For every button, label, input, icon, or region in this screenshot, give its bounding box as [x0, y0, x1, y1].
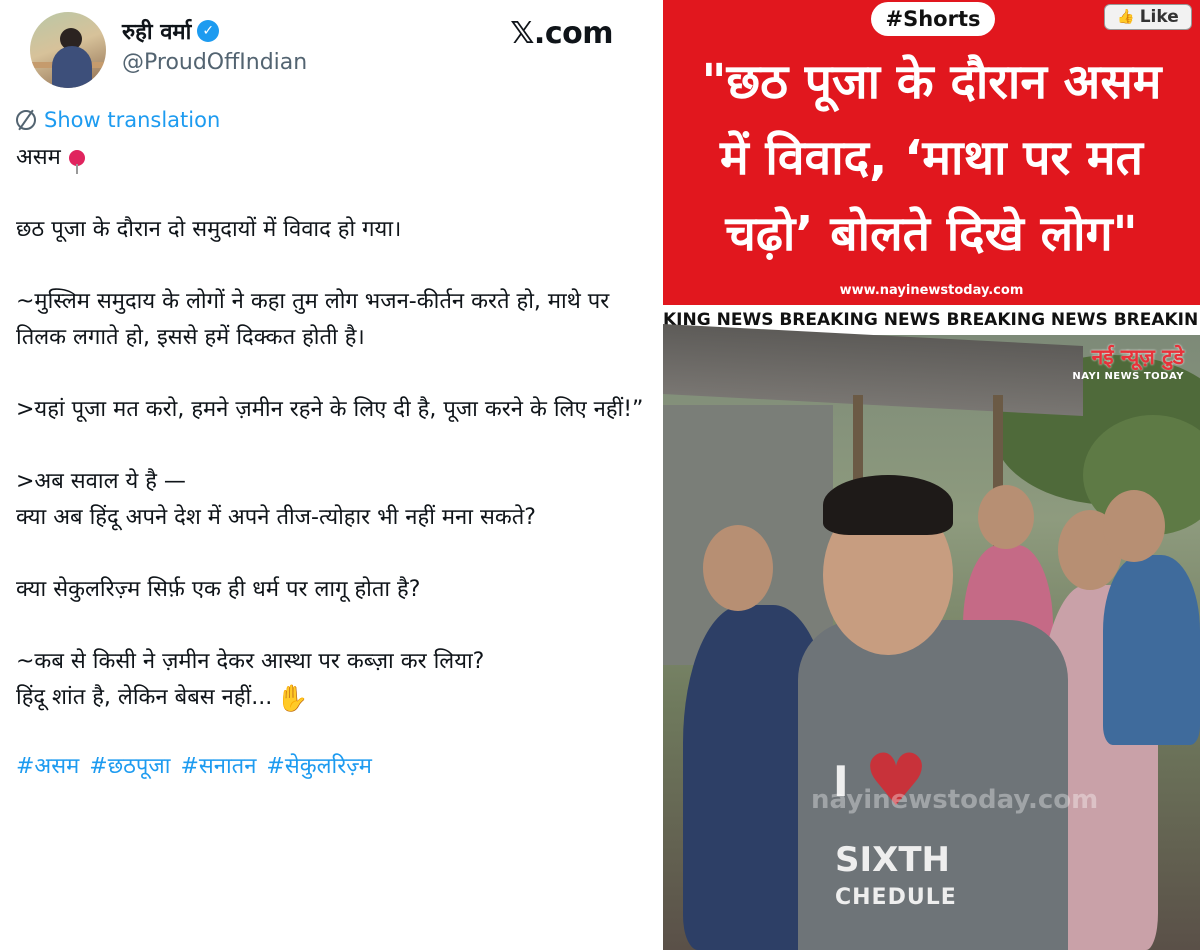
- tweet-paragraph: ~मुस्लिम समुदाय के लोगों ने कहा तुम लोग …: [16, 289, 610, 350]
- hashtag-link[interactable]: #सनातन: [180, 749, 256, 785]
- shorts-badge: #Shorts: [871, 2, 995, 36]
- translate-icon: [16, 110, 36, 130]
- main-person-hair: [823, 475, 953, 535]
- raised-hand-icon: ✋: [276, 684, 309, 714]
- site-url: www.nayinewstoday.com: [839, 283, 1024, 298]
- shirt-text: CHEDULE: [835, 885, 957, 910]
- channel-logo-english: NAYI NEWS TODAY: [1072, 371, 1184, 382]
- person-head: [978, 485, 1034, 549]
- video-thumbnail[interactable]: #Shorts 👍 Like "छठ पूजा के दौरान असम में…: [663, 0, 1200, 950]
- like-label: Like: [1139, 7, 1179, 27]
- shirt-text: SIXTH: [835, 840, 950, 880]
- video-frame: I ♥ SIXTH CHEDULE: [663, 323, 1200, 950]
- hashtag-row: #असम #छठपूजा #सनातन #सेकुलरिज़्म: [16, 749, 647, 785]
- tweet-text: असम छठ पूजा के दौरान दो समुदायों में विव…: [16, 140, 647, 785]
- headline-line: में विवाद, ‘माथा पर मत: [720, 130, 1143, 186]
- show-translation-link[interactable]: Show translation: [16, 108, 647, 132]
- show-translation-label: Show translation: [44, 108, 221, 132]
- tweet-paragraph: छठ पूजा के दौरान दो समुदायों में विवाद ह…: [16, 217, 402, 242]
- hashtag-link[interactable]: #सेकुलरिज़्म: [266, 749, 372, 785]
- headline-line: चढ़ो’ बोलते दिखे लोग": [725, 206, 1138, 262]
- thumbs-up-icon: 👍: [1117, 9, 1135, 25]
- tweet-paragraph: >यहां पूजा मत करो, हमने ज़मीन रहने के लि…: [16, 397, 644, 422]
- hashtag-link[interactable]: #छठपूजा: [89, 749, 170, 785]
- user-handle[interactable]: @ProudOffIndian: [122, 50, 307, 75]
- watermark: nayinewstoday.com: [811, 785, 1099, 815]
- person-head: [703, 525, 773, 611]
- pin-icon: [68, 150, 85, 174]
- tweet-paragraph: >अब सवाल ये है —: [16, 469, 186, 494]
- location-text: असम: [16, 145, 61, 170]
- closing-text: हिंदू शांत है, लेकिन बेबस नहीं...: [16, 685, 273, 710]
- like-button[interactable]: 👍 Like: [1104, 4, 1192, 30]
- tweet-header: रुही वर्मा ✓ @ProudOffIndian 𝕏.com: [16, 0, 647, 98]
- hut-roof: [663, 323, 1083, 417]
- tweet-paragraph: क्या अब हिंदू अपने देश में अपने तीज-त्यो…: [16, 505, 536, 530]
- headline-line: "छठ पूजा के दौरान असम: [701, 54, 1162, 110]
- person-head: [1103, 490, 1165, 562]
- tweet-paragraph: ~कब से किसी ने ज़मीन देकर आस्था पर कब्ज़…: [16, 649, 485, 674]
- tweet-paragraph: क्या सेकुलरिज़्म सिर्फ़ एक ही धर्म पर ला…: [16, 577, 421, 602]
- hashtag-link[interactable]: #असम: [16, 749, 79, 785]
- headline-banner: #Shorts 👍 Like "छठ पूजा के दौरान असम में…: [663, 0, 1200, 305]
- channel-logo-hindi: नई न्यूज़ टुडे: [1091, 345, 1184, 369]
- channel-logo: नई न्यूज़ टुडे NAYI NEWS TODAY: [1072, 343, 1184, 382]
- verified-badge-icon: ✓: [197, 20, 220, 42]
- name-row: रुही वर्मा ✓: [122, 16, 220, 46]
- display-name[interactable]: रुही वर्मा: [122, 16, 191, 46]
- avatar[interactable]: [30, 12, 106, 88]
- tweet-paragraph: असम: [16, 140, 647, 176]
- headline: "छठ पूजा के दौरान असम में विवाद, ‘माथा प…: [669, 44, 1194, 272]
- platform-logo: 𝕏.com: [510, 16, 613, 51]
- tweet-panel: रुही वर्मा ✓ @ProudOffIndian 𝕏.com Show …: [0, 0, 663, 950]
- person: [1103, 555, 1200, 745]
- tweet-paragraph: हिंदू शांत है, लेकिन बेबस नहीं... ✋: [16, 680, 647, 717]
